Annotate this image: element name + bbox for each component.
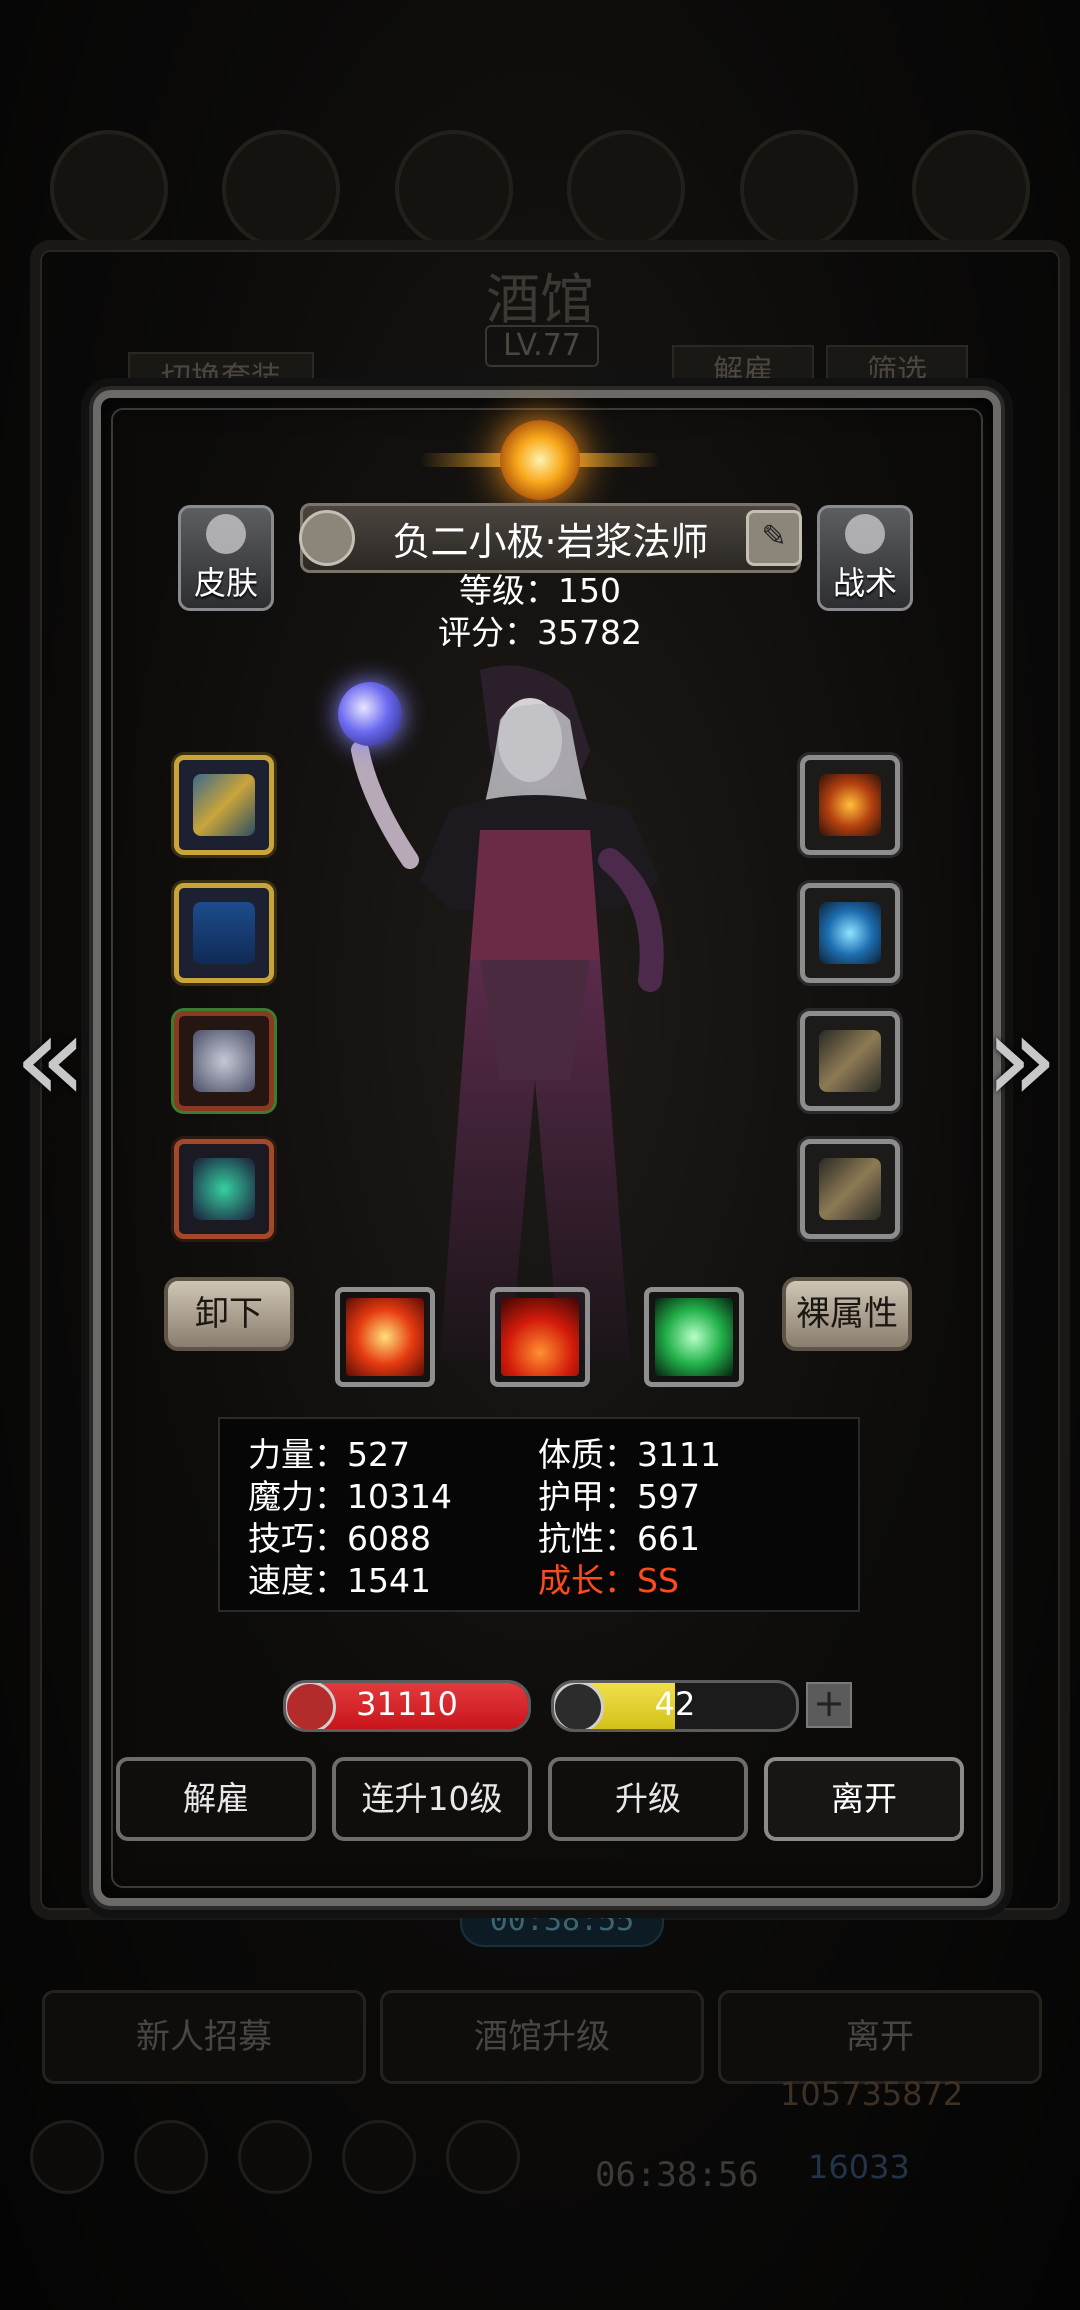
stat-armor: 护甲：597 bbox=[538, 1477, 700, 1516]
recruit-button: 新人招募 bbox=[42, 1990, 366, 2084]
helmet-icon bbox=[193, 1030, 255, 1092]
skill-slot-3[interactable] bbox=[644, 1287, 744, 1387]
equip-slot-helm[interactable] bbox=[174, 1011, 274, 1111]
refresh-shirt-icon bbox=[206, 514, 246, 554]
equip-slot-fire-ring[interactable] bbox=[800, 755, 900, 855]
stat-skill: 技巧：6088 bbox=[248, 1519, 431, 1558]
gear-icon bbox=[845, 514, 885, 554]
tavern-upgrade-button: 酒馆升级 bbox=[380, 1990, 704, 2084]
magic-orb-icon bbox=[338, 682, 402, 746]
edit-name-icon[interactable]: ✎ bbox=[746, 510, 802, 566]
explosion-skill-icon bbox=[346, 1298, 424, 1376]
badge-icon bbox=[299, 510, 355, 566]
bg-bottom-icon bbox=[238, 2120, 312, 2194]
background-top-icons bbox=[50, 130, 1030, 248]
necklace-icon bbox=[193, 1158, 255, 1220]
stat-strength: 力量：527 bbox=[248, 1435, 410, 1474]
dismiss-button[interactable]: 解雇 bbox=[116, 1757, 316, 1841]
equip-slot-branch-2[interactable] bbox=[800, 1139, 900, 1239]
cloak-icon bbox=[193, 902, 255, 964]
thorn-branch-icon bbox=[819, 1030, 881, 1092]
background-bottom-icons bbox=[30, 2120, 520, 2194]
equip-slot-cloak[interactable] bbox=[174, 883, 274, 983]
stat-resistance: 抗性：661 bbox=[538, 1519, 700, 1558]
hero-name-bar: 负二小极·岩浆法师 ✎ bbox=[299, 503, 802, 573]
bg-bottom-icon bbox=[30, 2120, 104, 2194]
equip-slot-orb[interactable] bbox=[800, 883, 900, 983]
level-up-10-button[interactable]: 连升10级 bbox=[332, 1757, 532, 1841]
panel-emblem bbox=[420, 405, 660, 515]
bg-bottom-icon bbox=[134, 2120, 208, 2194]
stats-panel: 力量：527 体质：3111 魔力：10314 护甲：597 技巧：6088 抗… bbox=[218, 1417, 860, 1612]
hero-level: 等级：150 bbox=[459, 571, 621, 610]
equip-slot-necklace[interactable] bbox=[174, 1139, 274, 1239]
hero-score: 评分：35782 bbox=[438, 613, 642, 652]
stat-magic: 魔力：10314 bbox=[248, 1477, 452, 1516]
bg-top-icon bbox=[567, 130, 686, 248]
skill-slot-1[interactable] bbox=[335, 1287, 435, 1387]
fire-skill-icon bbox=[501, 1298, 579, 1376]
stat-speed: 速度：1541 bbox=[248, 1561, 431, 1600]
bg-top-icon bbox=[739, 130, 858, 248]
add-energy-button[interactable]: + bbox=[806, 1682, 852, 1728]
naked-attributes-button[interactable]: 裸属性 bbox=[782, 1277, 912, 1351]
bg-top-icon bbox=[50, 130, 168, 248]
leave-button[interactable]: 离开 bbox=[764, 1757, 964, 1841]
equip-slot-staff[interactable] bbox=[174, 755, 274, 855]
energy-bar: 42 bbox=[551, 1680, 799, 1732]
hp-value: 31110 bbox=[356, 1685, 458, 1723]
background-clock: 06:38:56 bbox=[595, 2155, 759, 2195]
equip-slot-branch-1[interactable] bbox=[800, 1011, 900, 1111]
unequip-button[interactable]: 卸下 bbox=[164, 1277, 294, 1351]
stat-growth: 成长：SS bbox=[538, 1561, 679, 1600]
thorn-branch-icon bbox=[819, 1158, 881, 1220]
green-flame-skill-icon bbox=[655, 1298, 733, 1376]
bg-top-icon bbox=[394, 130, 513, 248]
hero-name: 负二小极·岩浆法师 bbox=[392, 519, 709, 564]
sun-emblem-icon bbox=[500, 420, 580, 500]
level-up-button[interactable]: 升级 bbox=[548, 1757, 748, 1841]
blue-orb-icon bbox=[819, 902, 881, 964]
bg-bottom-icon bbox=[446, 2120, 520, 2194]
bg-leave-button: 离开 bbox=[718, 1990, 1042, 2084]
energy-value: 42 bbox=[654, 1685, 696, 1723]
background-title: 酒馆 bbox=[486, 268, 594, 331]
bg-top-icon bbox=[911, 130, 1030, 248]
staff-icon bbox=[193, 774, 255, 836]
stat-constitution: 体质：3111 bbox=[538, 1435, 721, 1474]
bg-bottom-icon bbox=[342, 2120, 416, 2194]
hero-portrait bbox=[351, 665, 664, 1360]
hp-bar: 31110 bbox=[283, 1680, 531, 1732]
background-level: LV.77 bbox=[485, 325, 599, 367]
gem-count: 16033 bbox=[808, 2148, 910, 2186]
chevron-right-icon[interactable]: » bbox=[985, 1000, 1058, 1120]
fire-ring-icon bbox=[819, 774, 881, 836]
gold-count: 105735872 bbox=[780, 2075, 964, 2113]
bg-top-icon bbox=[222, 130, 341, 248]
chevron-left-icon[interactable]: « bbox=[14, 1000, 87, 1120]
skill-slot-2[interactable] bbox=[490, 1287, 590, 1387]
